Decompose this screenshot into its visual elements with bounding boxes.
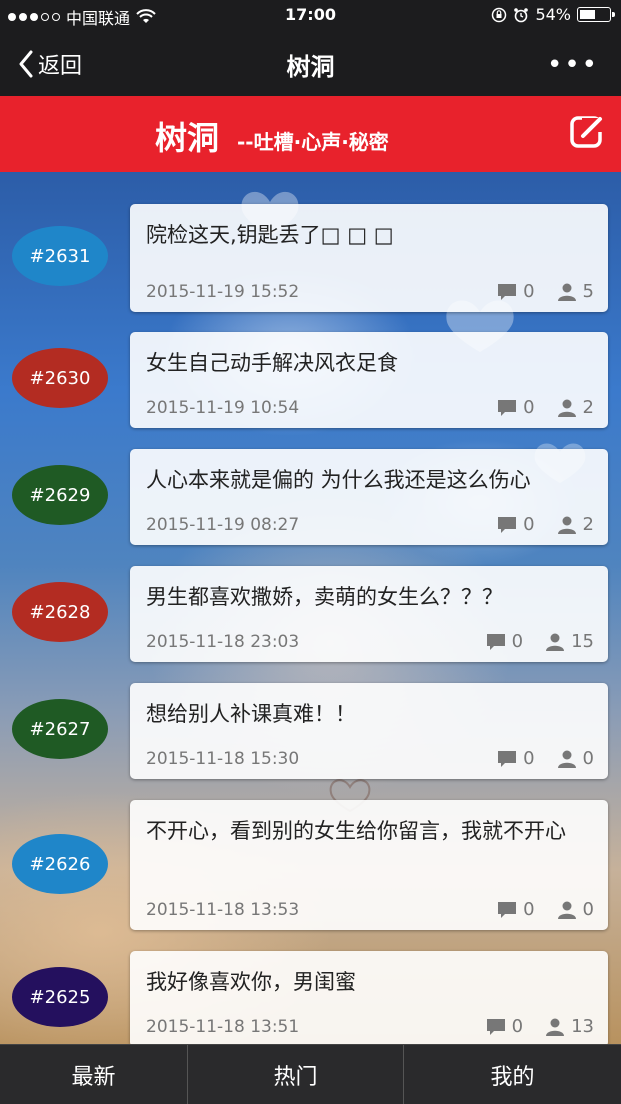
- comment-icon: [498, 399, 517, 416]
- post-date: 2015-11-19 10:54: [146, 398, 300, 418]
- post-feed[interactable]: #2631 院检这天,钥匙丢了□ □ □ 2015-11-19 15:52 0 …: [0, 172, 621, 1044]
- post-stats: 0 0: [481, 748, 594, 769]
- comment-count: 0: [523, 397, 535, 418]
- comment-icon: [498, 516, 517, 533]
- post-text: 不开心，看到别的女生给你留言，我就不开心: [146, 819, 566, 843]
- post-card[interactable]: 不开心，看到别的女生给你留言，我就不开心 2015-11-18 13:53 0 …: [130, 800, 608, 930]
- post-card[interactable]: 院检这天,钥匙丢了□ □ □ 2015-11-19 15:52 0 5: [130, 204, 608, 312]
- post-stats: 0 2: [481, 397, 594, 418]
- post-id-badge: #2630: [12, 348, 108, 408]
- nav-title: 树洞: [286, 53, 335, 81]
- post-date: 2015-11-18 15:30: [146, 749, 300, 769]
- post-card[interactable]: 男生都喜欢撒娇，卖萌的女生么？？？ 2015-11-18 23:03 0 15: [130, 566, 608, 662]
- post-card[interactable]: 想给别人补课真难！！ 2015-11-18 15:30 0 0: [130, 683, 608, 779]
- battery-icon: [577, 7, 615, 22]
- comment-count: 0: [523, 281, 535, 302]
- post-id-badge: #2627: [12, 699, 108, 759]
- post-stats: 0 2: [481, 514, 594, 535]
- comment-icon: [486, 1018, 505, 1035]
- post-text: 院检这天,钥匙丢了□ □ □: [146, 223, 394, 247]
- comment-icon: [498, 283, 517, 300]
- post-text: 男生都喜欢撒娇，卖萌的女生么？？？: [146, 585, 503, 609]
- user-count: 0: [582, 899, 594, 920]
- status-right: 54%: [491, 5, 615, 24]
- post-card[interactable]: 我好像喜欢你，男闺蜜 2015-11-18 13:51 0 13: [130, 951, 608, 1044]
- user-count: 2: [582, 397, 594, 418]
- alarm-icon: [514, 7, 529, 22]
- banner-title: 树洞: [155, 119, 220, 157]
- user-icon: [546, 1018, 565, 1036]
- post-id-badge: #2631: [12, 226, 108, 286]
- post-card[interactable]: 人心本来就是偏的 为什么我还是这么伤心 2015-11-19 08:27 0 2: [130, 449, 608, 545]
- page-banner: 树洞 --吐槽·心声·秘密: [0, 96, 621, 172]
- user-icon: [557, 399, 576, 417]
- post-stats: 0 0: [481, 899, 594, 920]
- post-stats: 0 15: [470, 631, 594, 652]
- user-icon: [557, 750, 576, 768]
- user-count: 2: [582, 514, 594, 535]
- post-date: 2015-11-19 15:52: [146, 282, 300, 302]
- post-text: 想给别人补课真难！！: [146, 702, 356, 726]
- tab-latest[interactable]: 最新: [0, 1045, 188, 1104]
- comment-icon: [486, 633, 505, 650]
- user-icon: [557, 901, 576, 919]
- user-count: 15: [571, 631, 594, 652]
- post-text: 女生自己动手解决风衣足食: [146, 351, 398, 375]
- user-icon: [557, 516, 576, 534]
- nav-bar: 返回 树洞 •••: [0, 30, 621, 96]
- post-stats: 0 5: [481, 281, 594, 302]
- post-id-badge: #2626: [12, 834, 108, 894]
- user-icon: [557, 283, 576, 301]
- tab-bar: 最新 热门 我的: [0, 1044, 621, 1104]
- post-text: 人心本来就是偏的 为什么我还是这么伤心: [146, 468, 531, 492]
- post-id-badge: #2625: [12, 967, 108, 1027]
- comment-icon: [498, 750, 517, 767]
- post-stats: 0 13: [470, 1016, 594, 1037]
- post-text: 我好像喜欢你，男闺蜜: [146, 970, 356, 994]
- comment-count: 0: [523, 748, 535, 769]
- tab-hot[interactable]: 热门: [188, 1045, 404, 1104]
- comment-count: 0: [523, 899, 535, 920]
- more-button[interactable]: •••: [547, 50, 599, 80]
- post-date: 2015-11-19 08:27: [146, 515, 300, 535]
- comment-count: 0: [511, 1016, 524, 1037]
- status-bar: 中国联通 17:00 54%: [0, 0, 621, 30]
- tab-mine[interactable]: 我的: [404, 1045, 621, 1104]
- comment-count: 0: [511, 631, 524, 652]
- post-id-badge: #2628: [12, 582, 108, 642]
- user-count: 13: [571, 1016, 594, 1037]
- battery-percent: 54%: [535, 5, 571, 24]
- post-date: 2015-11-18 13:51: [146, 1017, 300, 1037]
- post-id-badge: #2629: [12, 465, 108, 525]
- rotation-lock-icon: [492, 7, 507, 22]
- post-date: 2015-11-18 13:53: [146, 900, 300, 920]
- compose-icon[interactable]: [569, 112, 607, 150]
- user-count: 5: [582, 281, 594, 302]
- banner-subtitle: --吐槽·心声·秘密: [237, 130, 389, 154]
- post-card[interactable]: 女生自己动手解决风衣足食 2015-11-19 10:54 0 2: [130, 332, 608, 428]
- post-date: 2015-11-18 23:03: [146, 632, 300, 652]
- comment-count: 0: [523, 514, 535, 535]
- comment-icon: [498, 901, 517, 918]
- user-icon: [546, 633, 565, 651]
- user-count: 0: [582, 748, 594, 769]
